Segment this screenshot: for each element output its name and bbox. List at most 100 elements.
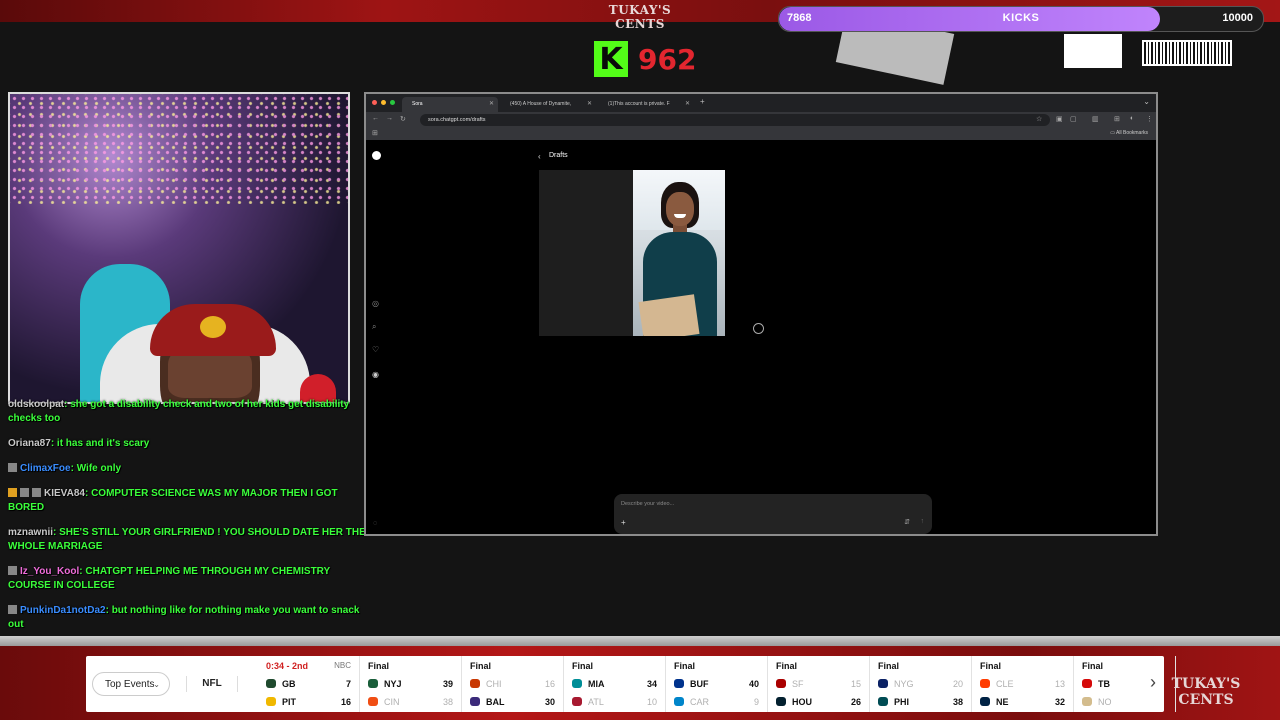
minimize-window-icon[interactable] bbox=[381, 100, 386, 105]
draft-card-generating[interactable] bbox=[539, 170, 764, 336]
tab-label: Sora bbox=[412, 101, 423, 107]
team-name: PIT bbox=[282, 697, 297, 707]
profile-icon[interactable]: ◉ bbox=[372, 370, 379, 379]
team-row: ATL 10 bbox=[572, 695, 657, 709]
chevron-left-icon[interactable]: ‹ bbox=[538, 152, 541, 161]
team-name: NE bbox=[996, 697, 1009, 707]
chat-badge-icon bbox=[8, 605, 17, 614]
reload-icon[interactable]: ↻ bbox=[400, 115, 406, 123]
team-row: NYG 20 bbox=[878, 677, 963, 691]
team-name: ATL bbox=[588, 697, 604, 707]
close-window-icon[interactable] bbox=[372, 100, 377, 105]
goal-label: KICKS bbox=[1002, 12, 1040, 24]
apps-grid-icon[interactable]: ⊞ bbox=[372, 129, 378, 137]
close-icon[interactable]: ✕ bbox=[587, 97, 592, 112]
team-name: CLE bbox=[996, 679, 1014, 689]
game-network: NBC bbox=[334, 661, 351, 670]
team-row: NO bbox=[1082, 695, 1167, 709]
game-status: Final bbox=[572, 661, 594, 671]
game-card[interactable]: Final BUF 40 CAR 9 bbox=[666, 656, 768, 712]
chat-overlay: oldskoolpat: she got a disability check … bbox=[8, 398, 368, 643]
draft-card-video[interactable] bbox=[633, 170, 725, 336]
menu-icon[interactable]: ⋮ bbox=[1146, 115, 1153, 123]
game-card[interactable]: Final CHI 16 BAL 30 bbox=[462, 656, 564, 712]
team-row: CIN 38 bbox=[368, 695, 453, 709]
maximize-window-icon[interactable] bbox=[390, 100, 395, 105]
back-icon[interactable]: ← bbox=[372, 115, 379, 122]
team-logo-icon bbox=[980, 679, 990, 688]
team-score: 30 bbox=[544, 697, 555, 707]
send-arrow-icon[interactable]: ↑ bbox=[921, 518, 925, 525]
prompt-composer[interactable]: Describe your video... + ⇵ ↑ bbox=[614, 494, 932, 534]
woman-face bbox=[666, 192, 694, 226]
chat-message: oldskoolpat: she got a disability check … bbox=[8, 399, 350, 424]
all-bookmarks-button[interactable]: ▭ All Bookmarks bbox=[1110, 130, 1148, 136]
close-icon[interactable]: ✕ bbox=[489, 97, 494, 112]
team-name: CIN bbox=[384, 697, 400, 707]
extension-icon[interactable]: ⊞ bbox=[1114, 115, 1120, 123]
game-card[interactable]: Final MIA 34 ATL 10 bbox=[564, 656, 666, 712]
search-icon[interactable]: ⌕ bbox=[372, 322, 376, 332]
team-logo-icon bbox=[368, 697, 378, 706]
forward-icon[interactable]: → bbox=[386, 115, 393, 122]
explore-icon[interactable]: ◎ bbox=[372, 299, 379, 308]
top-events-dropdown[interactable]: Top Events ⌄ bbox=[92, 672, 170, 696]
close-icon[interactable]: ✕ bbox=[685, 97, 690, 112]
bookmark-star-icon[interactable]: ☆ bbox=[1036, 115, 1042, 123]
team-name: MIA bbox=[588, 679, 605, 689]
team-name: HOU bbox=[792, 697, 812, 707]
settings-icon[interactable]: ⇵ bbox=[904, 518, 910, 526]
game-card[interactable]: Final TB NO bbox=[1074, 656, 1176, 712]
team-logo-icon bbox=[572, 679, 582, 688]
new-tab-icon[interactable]: + bbox=[700, 97, 705, 106]
extension-icon[interactable]: ▢ bbox=[1070, 115, 1077, 123]
help-icon[interactable]: ◌ bbox=[373, 520, 377, 527]
team-name: GB bbox=[282, 679, 296, 689]
tab-sora[interactable]: Sora ✕ bbox=[402, 97, 498, 112]
league-label[interactable]: NFL bbox=[186, 676, 238, 692]
sidepanel-icon[interactable]: ▥ bbox=[1092, 115, 1099, 123]
chevron-right-icon[interactable]: › bbox=[1150, 672, 1156, 693]
chat-username: PunkinDa1notDa2 bbox=[20, 605, 106, 616]
tab-bar: Sora ✕ (450) A House of Dynamite, ✕ (1)T… bbox=[366, 94, 1156, 112]
team-row: PIT 16 bbox=[266, 695, 351, 709]
tab-search-icon[interactable]: ⌄ bbox=[1143, 97, 1150, 106]
chat-username: KIEVA84 bbox=[44, 488, 85, 499]
address-bar-row: ← → ↻ sora.chatgpt.com/drafts ☆ ▣ ▢ ▥ ⊞ … bbox=[366, 112, 1156, 128]
all-bookmarks-label: All Bookmarks bbox=[1116, 130, 1148, 136]
team-name: NO bbox=[1098, 697, 1112, 707]
game-card[interactable]: Final SF 15 HOU 26 bbox=[768, 656, 870, 712]
game-status: Final bbox=[1082, 661, 1104, 671]
team-name: NYG bbox=[894, 679, 914, 689]
extension-icon[interactable]: ▣ bbox=[1056, 115, 1063, 123]
team-score: 38 bbox=[442, 697, 453, 707]
team-row: CHI 16 bbox=[470, 677, 555, 691]
team-score: 15 bbox=[850, 679, 861, 689]
paper-folder bbox=[638, 294, 700, 336]
chat-message: KIEVA84: COMPUTER SCIENCE WAS MY MAJOR T… bbox=[8, 488, 338, 513]
profile-icon[interactable]: ◐ bbox=[1130, 115, 1134, 122]
activity-icon[interactable]: ♡ bbox=[372, 345, 379, 354]
tab-youtube[interactable]: (450) A House of Dynamite, ✕ bbox=[500, 97, 596, 112]
game-card[interactable]: Final NYJ 39 CIN 38 bbox=[360, 656, 462, 712]
team-logo-icon bbox=[674, 679, 684, 688]
add-media-icon[interactable]: + bbox=[621, 518, 626, 527]
prompt-placeholder[interactable]: Describe your video... bbox=[621, 501, 674, 507]
tab-tiktok[interactable]: (1)This account is private. F ✕ bbox=[598, 97, 694, 112]
team-logo-icon bbox=[266, 679, 276, 688]
team-score: 20 bbox=[952, 679, 963, 689]
game-status: Final bbox=[368, 661, 390, 671]
game-card[interactable]: 0:34 - 2nd NBC GB 7 PIT 16 bbox=[258, 656, 360, 712]
game-card[interactable]: Final CLE 13 NE 32 bbox=[972, 656, 1074, 712]
url-input[interactable]: sora.chatgpt.com/drafts bbox=[420, 114, 1050, 126]
team-score: 39 bbox=[442, 679, 453, 689]
team-name: PHI bbox=[894, 697, 910, 707]
team-name: BAL bbox=[486, 697, 505, 707]
footer-channel-logo: TUKAY'S CENTS bbox=[1171, 676, 1241, 708]
team-score: 32 bbox=[1054, 697, 1065, 707]
game-status: 0:34 - 2nd bbox=[266, 661, 309, 671]
sora-logo-icon[interactable] bbox=[372, 151, 381, 160]
team-score: 40 bbox=[748, 679, 759, 689]
game-card[interactable]: Final NYG 20 PHI 38 bbox=[870, 656, 972, 712]
team-logo-icon bbox=[1082, 697, 1092, 706]
